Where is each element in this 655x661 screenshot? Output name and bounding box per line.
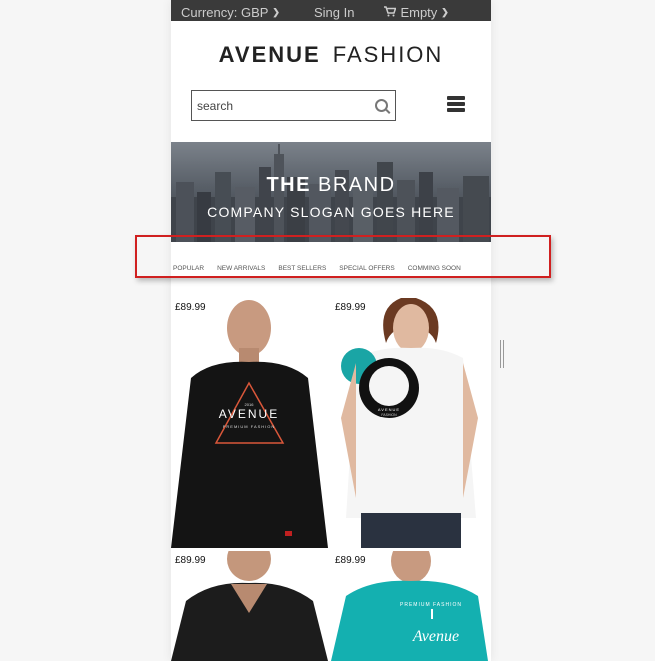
cart-icon <box>384 6 397 19</box>
highlight-box <box>135 235 551 278</box>
logo-light: FASHION <box>332 42 444 67</box>
currency-label: Currency: GBP <box>181 5 269 20</box>
banner-title-light: BRAND <box>318 174 396 196</box>
chevron-down-icon: ❯ <box>441 7 449 17</box>
banner-slogan: COMPANY SLOGAN GOES HERE <box>207 204 455 220</box>
signin-link[interactable]: Sing In <box>314 6 354 19</box>
product-image: PREMIUM FASHION Avenue <box>331 551 488 661</box>
banner-title-bold: THE <box>266 174 311 196</box>
resize-handle[interactable] <box>500 340 504 368</box>
chevron-down-icon: ❯ <box>272 7 280 17</box>
menu-icon[interactable] <box>447 96 465 112</box>
logo-bold: AVENUE <box>218 42 321 67</box>
product-price: £89.99 <box>175 555 206 566</box>
print-text: AVENUE <box>378 407 400 412</box>
product-image: 2016 AVENUE PREMIUM FASHION <box>171 298 328 548</box>
search-box <box>191 90 396 121</box>
product-image: AVENUE FASHION <box>331 298 488 548</box>
print-text: AVENUE <box>219 407 279 421</box>
product-card[interactable]: £89.99 2016 AVENUE PREMIUM FASHION <box>171 298 328 548</box>
print-subtext: FASHION <box>381 413 397 417</box>
site-logo[interactable]: AVENUE FASHION <box>171 42 491 68</box>
cart-label: Empty <box>400 5 438 20</box>
currency-dropdown[interactable]: Currency: GBP ❯ <box>181 6 280 19</box>
top-bar: Currency: GBP ❯ Sing In Empty ❯ <box>171 0 491 21</box>
cart-dropdown[interactable]: Empty ❯ <box>384 5 449 20</box>
product-price: £89.99 <box>335 302 366 313</box>
product-card[interactable]: £89.99 AVENUE FASHION <box>331 298 488 548</box>
banner-title: THE BRAND <box>171 174 491 197</box>
print-subtext: PREMIUM FASHION <box>400 602 462 608</box>
signin-label: Sing In <box>313 5 355 20</box>
mobile-page: Currency: GBP ❯ Sing In Empty ❯ AVENUE FA… <box>171 0 491 661</box>
hero-banner: THE BRAND COMPANY SLOGAN GOES HERE <box>171 142 491 242</box>
print-subtext: PREMIUM FASHION <box>223 424 276 429</box>
product-price: £89.99 <box>175 302 206 313</box>
product-card[interactable]: £89.99 PREMIUM FASHION Avenue <box>331 551 488 661</box>
search-icon[interactable] <box>375 99 388 112</box>
product-price: £89.99 <box>335 555 366 566</box>
print-text: Avenue <box>412 628 459 645</box>
product-image <box>171 551 328 661</box>
product-card[interactable]: £89.99 <box>171 551 328 661</box>
search-input[interactable] <box>192 91 367 120</box>
